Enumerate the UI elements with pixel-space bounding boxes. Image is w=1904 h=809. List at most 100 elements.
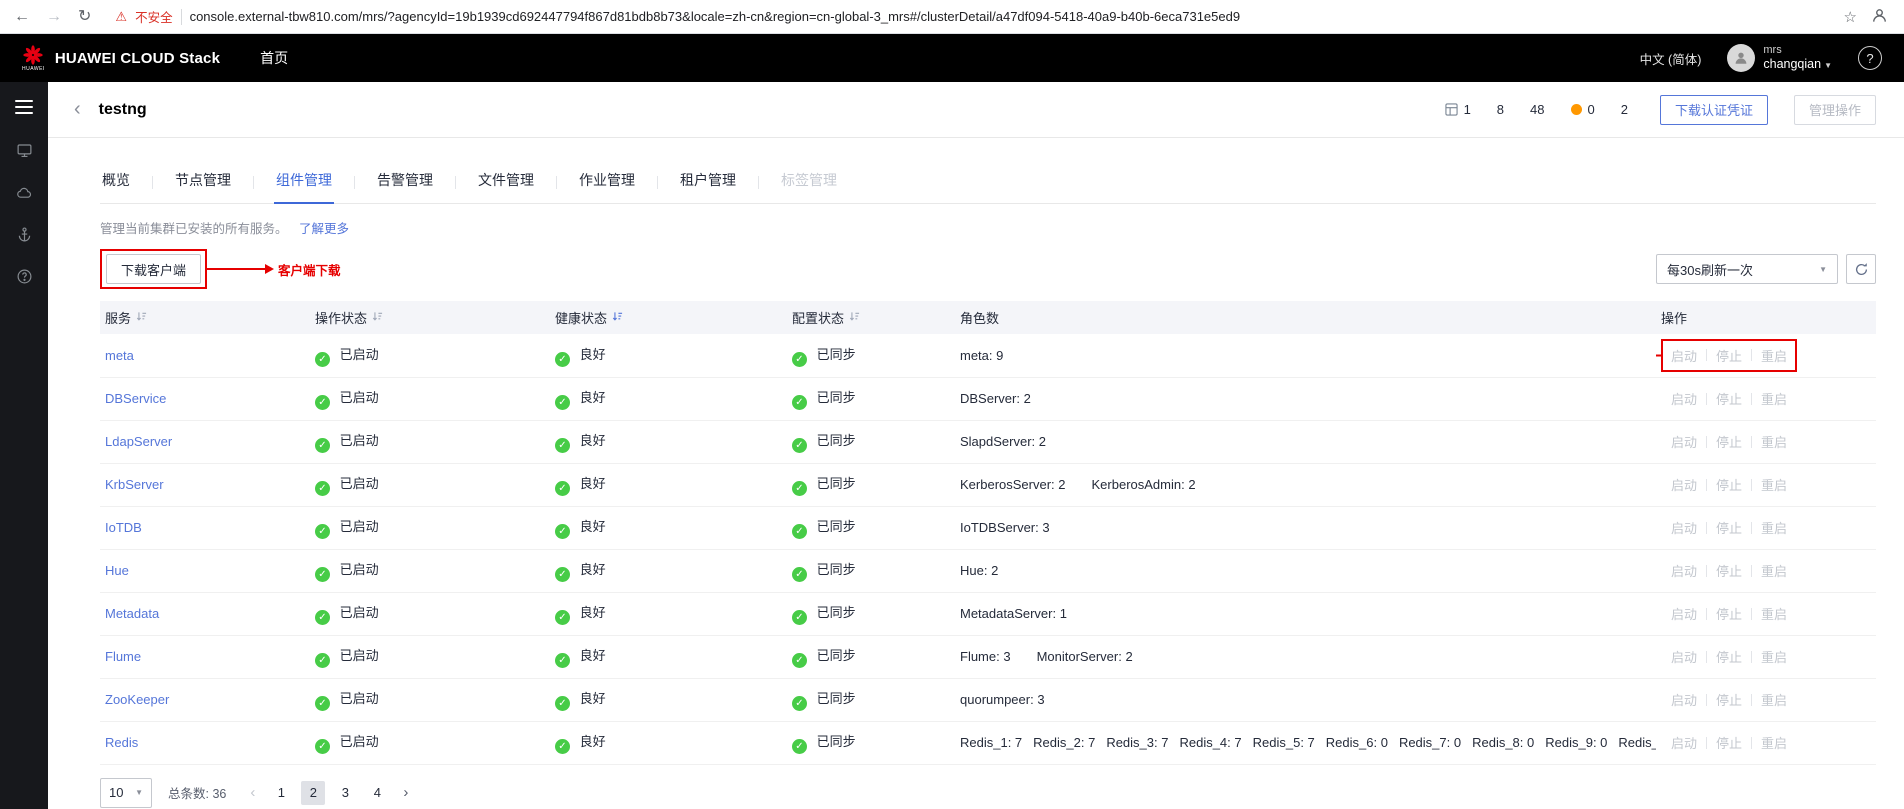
service-link[interactable]: IoTDB [105,520,142,535]
action-stop-link[interactable]: 停止 [1716,604,1742,623]
browser-back-icon[interactable]: ← [14,8,30,25]
tab-file-management[interactable]: 文件管理 [476,162,536,203]
refresh-button[interactable] [1846,254,1876,284]
anchor-icon[interactable] [16,226,33,246]
table-row: LdapServer ✓ 已启动 ✓ 良好 ✓ 已同步 SlapdServer:… [100,420,1876,464]
status-ok-icon: ✓ [315,481,330,496]
action-group: 启动停止重启 组件启停管理 [1656,338,1798,372]
cluster-stats: 1 8 48 0 2 [1444,102,1628,117]
action-start-link[interactable]: 启动 [1671,518,1697,537]
tab-component-management[interactable]: 组件管理 [274,162,334,204]
sort-icon[interactable] [372,310,383,325]
sort-icon[interactable] [136,310,147,325]
action-start-link[interactable]: 启动 [1671,733,1697,752]
manage-operations-button[interactable]: 管理操作 [1793,94,1876,125]
browser-forward-icon[interactable]: → [46,8,62,25]
stat-alarms[interactable]: 0 [1570,102,1595,117]
service-link[interactable]: meta [105,348,134,363]
action-stop-link[interactable]: 停止 [1716,561,1742,580]
action-stop-link[interactable]: 停止 [1716,733,1742,752]
stat-5[interactable]: 2 [1621,102,1628,117]
action-stop-link[interactable]: 停止 [1716,690,1742,709]
action-restart-link[interactable]: 重启 [1761,733,1787,752]
menu-toggle-icon[interactable] [15,100,33,114]
bookmark-star-icon[interactable]: ☆ [1844,8,1857,26]
action-start-link[interactable]: 启动 [1671,475,1697,494]
service-link[interactable]: KrbServer [105,477,164,492]
huawei-logo[interactable]: HUAWEI [22,44,45,72]
main-area: ‹ testng 1 8 48 0 2 下载认证凭证 管理操作 概览 节点管理 … [48,82,1904,809]
action-restart-link[interactable]: 重启 [1761,346,1787,365]
back-button[interactable]: ‹ [66,98,89,121]
stat-2[interactable]: 8 [1497,102,1504,117]
tab-tenant-management[interactable]: 租户管理 [678,162,738,203]
action-start-link[interactable]: 启动 [1671,690,1697,709]
action-separator [1706,607,1708,620]
console-icon[interactable] [16,142,33,162]
health-status-label: 良好 [579,390,606,405]
service-link[interactable]: Flume [105,649,141,664]
next-page-button[interactable]: › [397,784,414,801]
action-restart-link[interactable]: 重启 [1761,475,1787,494]
tab-node-management[interactable]: 节点管理 [173,162,233,203]
action-restart-link[interactable]: 重启 [1761,604,1787,623]
action-stop-link[interactable]: 停止 [1716,647,1742,666]
language-selector[interactable]: 中文 (简体) [1640,49,1702,68]
action-stop-link[interactable]: 停止 [1716,432,1742,451]
browser-profile-icon[interactable] [1871,7,1888,27]
action-restart-link[interactable]: 重启 [1761,518,1787,537]
sort-icon-active[interactable] [612,310,623,325]
sort-icon[interactable] [849,310,860,325]
action-restart-link[interactable]: 重启 [1761,389,1787,408]
action-restart-link[interactable]: 重启 [1761,561,1787,580]
action-stop-link[interactable]: 停止 [1716,346,1742,365]
action-group: 启动 停止 重启 [1661,640,1797,673]
action-start-link[interactable]: 启动 [1671,647,1697,666]
learn-more-link[interactable]: 了解更多 [299,222,349,236]
service-link[interactable]: LdapServer [105,434,172,449]
config-status-label: 已同步 [816,562,856,577]
browser-reload-icon[interactable]: ↻ [78,8,91,25]
action-restart-link[interactable]: 重启 [1761,690,1787,709]
user-menu[interactable]: mrs changqian ▼ [1727,44,1832,72]
page-button-1[interactable]: 1 [269,781,293,805]
page-button-2-active[interactable]: 2 [301,780,326,805]
stat-3[interactable]: 48 [1530,102,1544,117]
action-restart-link[interactable]: 重启 [1761,647,1787,666]
action-stop-link[interactable]: 停止 [1716,475,1742,494]
action-start-link[interactable]: 启动 [1671,346,1697,365]
tab-overview[interactable]: 概览 [100,162,132,203]
nav-home-link[interactable]: 首页 [260,48,288,68]
health-status-label: 良好 [579,346,606,362]
stat-nodes[interactable]: 1 [1444,102,1471,117]
service-link[interactable]: Redis [105,735,138,750]
tab-job-management[interactable]: 作业管理 [577,162,637,203]
help-circle-icon[interactable] [16,268,33,288]
action-start-link[interactable]: 启动 [1671,432,1697,451]
action-stop-link[interactable]: 停止 [1716,518,1742,537]
service-link[interactable]: DBService [105,391,166,406]
cloud-icon[interactable] [16,184,33,204]
action-start-link[interactable]: 启动 [1671,561,1697,580]
page-button-4[interactable]: 4 [365,781,389,805]
download-credential-button[interactable]: 下载认证凭证 [1659,94,1768,125]
action-stop-link[interactable]: 停止 [1716,389,1742,408]
action-start-link[interactable]: 启动 [1671,389,1697,408]
action-restart-link[interactable]: 重启 [1761,432,1787,451]
help-icon[interactable]: ? [1858,46,1882,70]
service-link[interactable]: ZooKeeper [105,692,169,707]
service-link[interactable]: Metadata [105,606,159,621]
address-bar[interactable]: ⚠ 不安全 console.external-tbw810.com/mrs/?a… [101,7,1843,26]
action-separator [1751,693,1753,706]
action-start-link[interactable]: 启动 [1671,604,1697,623]
page-size-select[interactable]: 10 ▼ [100,777,152,808]
refresh-interval-select[interactable]: 每30s刷新一次 ▼ [1656,254,1838,284]
action-separator [1706,521,1708,534]
page-button-3[interactable]: 3 [333,781,357,805]
status-ok-icon: ✓ [792,395,807,410]
download-client-button[interactable]: 下载客户端 [106,254,202,284]
tab-divider [657,176,658,189]
prev-page-button[interactable]: ‹ [244,784,261,801]
service-link[interactable]: Hue [105,563,129,578]
tab-alarm-management[interactable]: 告警管理 [375,162,435,203]
